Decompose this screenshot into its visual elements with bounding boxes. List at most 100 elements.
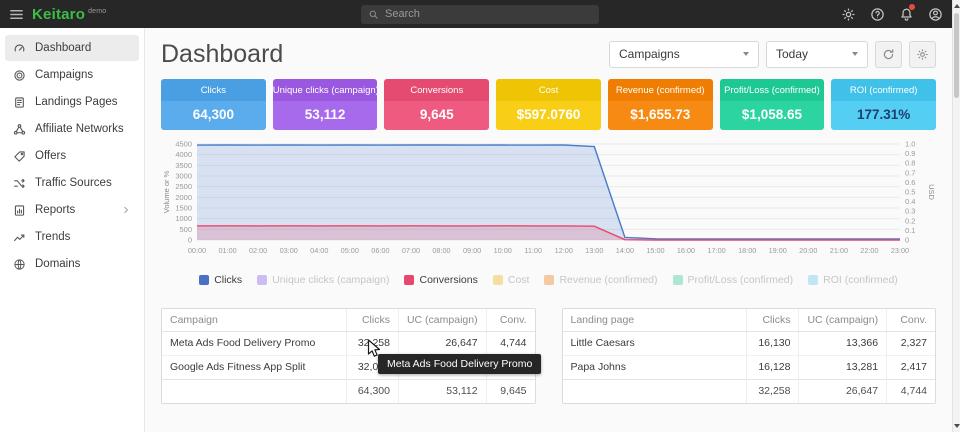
menu-icon[interactable] — [0, 0, 32, 28]
landings-table: Landing pageClicksUC (campaign)Conv.Litt… — [562, 308, 937, 404]
svg-text:22:00: 22:00 — [860, 246, 878, 255]
row-name-cell[interactable]: Meta Ads Food Delivery Promo — [162, 331, 346, 355]
summary-tables: CampaignClicksUC (campaign)Conv.Meta Ads… — [161, 308, 936, 404]
globe-icon — [13, 258, 26, 271]
svg-text:0.5: 0.5 — [905, 188, 915, 197]
metric-card-profit-loss-confirmed[interactable]: Profit/Loss (confirmed)$1,058.65 — [720, 79, 825, 130]
table-row: Papa Johns16,12813,2812,417 — [563, 355, 936, 379]
metric-card-roi-confirmed[interactable]: ROI (confirmed)177.31% — [831, 79, 936, 130]
metric-card-value: $1,058.65 — [720, 101, 825, 130]
svg-text:19:00: 19:00 — [769, 246, 787, 255]
sidebar-item-offers[interactable]: Offers — [5, 143, 139, 169]
app-logo[interactable]: Keitaro demo — [32, 6, 106, 23]
sidebar-item-campaigns[interactable]: Campaigns — [5, 62, 139, 88]
svg-text:05:00: 05:00 — [341, 246, 359, 255]
report-icon — [13, 204, 26, 217]
data-table: Landing pageClicksUC (campaign)Conv.Litt… — [563, 309, 936, 403]
sidebar-item-reports[interactable]: Reports — [5, 197, 139, 223]
metric-card-revenue-confirmed[interactable]: Revenue (confirmed)$1,655.73 — [608, 79, 713, 130]
metric-card-cost[interactable]: Cost$597.0760 — [496, 79, 601, 130]
svg-text:1500: 1500 — [175, 204, 192, 213]
help-icon[interactable] — [866, 3, 888, 25]
svg-text:0.4: 0.4 — [905, 197, 915, 206]
main-content: Dashboard Campaigns Today Clicks64,300Un… — [146, 28, 952, 432]
legend-label: ROI (confirmed) — [823, 274, 898, 286]
chart-svg: 05001000150020002500300035004000450000.1… — [161, 138, 936, 266]
total-cell: 4,744 — [887, 379, 935, 403]
row-name-cell[interactable]: Little Caesars — [563, 331, 747, 355]
dashboard-settings-button[interactable] — [909, 41, 936, 68]
chart-legend: Clicks Unique clicks (campaign) Conversion… — [161, 274, 936, 286]
legend-item-unique-clicks-campaign[interactable]: Unique clicks (campaign) — [257, 274, 389, 286]
svg-text:16:00: 16:00 — [677, 246, 695, 255]
scroll-down-arrow-icon[interactable] — [954, 424, 960, 428]
metric-card-label: ROI (confirmed) — [831, 79, 936, 101]
sidebar-item-label: Reports — [35, 204, 75, 216]
legend-item-clicks[interactable]: Clicks — [199, 274, 242, 286]
total-cell: 26,647 — [799, 379, 887, 403]
column-header-clicks[interactable]: Clicks — [346, 309, 398, 331]
legend-item-revenue-confirmed[interactable]: Revenue (confirmed) — [544, 274, 657, 286]
legend-label: Profit/Loss (confirmed) — [688, 274, 794, 286]
sidebar-item-affiliate-networks[interactable]: Affiliate Networks — [5, 116, 139, 142]
account-icon[interactable] — [924, 3, 946, 25]
legend-item-cost[interactable]: Cost — [493, 274, 530, 286]
table-header-row: Landing pageClicksUC (campaign)Conv. — [563, 309, 936, 331]
legend-swatch — [257, 275, 267, 285]
metric-card-conversions[interactable]: Conversions9,645 — [384, 79, 489, 130]
sidebar-item-label: Domains — [35, 258, 80, 270]
column-header-uc-campaign[interactable]: UC (campaign) — [398, 309, 486, 331]
row-name-cell[interactable]: Papa Johns — [563, 355, 747, 379]
column-header-landing-page[interactable]: Landing page — [563, 309, 747, 331]
date-range-select[interactable]: Today — [766, 41, 868, 68]
search-input[interactable] — [385, 8, 592, 20]
campaigns-filter-select[interactable]: Campaigns — [609, 41, 759, 68]
metric-card-label: Unique clicks (campaign) — [273, 79, 378, 101]
column-header-uc-campaign[interactable]: UC (campaign) — [799, 309, 887, 331]
scroll-thumb[interactable] — [954, 13, 959, 98]
search-bar[interactable] — [361, 5, 599, 24]
svg-text:3000: 3000 — [175, 172, 192, 181]
scrollbar[interactable] — [952, 0, 960, 432]
column-header-conv[interactable]: Conv. — [486, 309, 534, 331]
svg-text:08:00: 08:00 — [432, 246, 450, 255]
svg-text:1.0: 1.0 — [905, 140, 915, 149]
value-cell: 16,130 — [747, 331, 799, 355]
total-cell: 32,258 — [747, 379, 799, 403]
legend-item-profit-loss-confirmed[interactable]: Profit/Loss (confirmed) — [673, 274, 794, 286]
legend-label: Unique clicks (campaign) — [272, 274, 389, 286]
row-name-cell[interactable]: Google Ads Fitness App Split — [162, 355, 346, 379]
legend-item-conversions[interactable]: Conversions — [404, 274, 477, 286]
scroll-up-arrow-icon[interactable] — [954, 4, 960, 8]
svg-text:0.6: 0.6 — [905, 178, 915, 187]
svg-text:11:00: 11:00 — [524, 246, 542, 255]
notifications-icon[interactable] — [895, 3, 917, 25]
metric-card-value: 177.31% — [831, 101, 936, 130]
sidebar-item-label: Dashboard — [35, 42, 91, 54]
total-cell: 64,300 — [346, 379, 398, 403]
date-range-value: Today — [776, 47, 808, 61]
metric-card-clicks[interactable]: Clicks64,300 — [161, 79, 266, 130]
column-header-campaign[interactable]: Campaign — [162, 309, 346, 331]
sidebar-item-dashboard[interactable]: Dashboard — [5, 35, 139, 61]
sidebar-item-traffic-sources[interactable]: Traffic Sources — [5, 170, 139, 196]
legend-item-roi-confirmed[interactable]: ROI (confirmed) — [808, 274, 898, 286]
traffic-chart: 05001000150020002500300035004000450000.1… — [161, 138, 936, 266]
settings-icon[interactable] — [837, 3, 859, 25]
trend-icon — [13, 231, 26, 244]
svg-text:1000: 1000 — [175, 214, 192, 223]
column-header-conv[interactable]: Conv. — [887, 309, 935, 331]
sidebar-item-domains[interactable]: Domains — [5, 251, 139, 277]
target-icon — [13, 69, 26, 82]
search-icon — [368, 9, 379, 20]
refresh-button[interactable] — [875, 41, 902, 68]
sidebar-item-trends[interactable]: Trends — [5, 224, 139, 250]
svg-text:0: 0 — [188, 236, 192, 245]
table-row: Little Caesars16,13013,3662,327 — [563, 331, 936, 355]
svg-text:21:00: 21:00 — [830, 246, 848, 255]
column-header-clicks[interactable]: Clicks — [747, 309, 799, 331]
svg-text:0.2: 0.2 — [905, 216, 915, 225]
sidebar-item-landings-pages[interactable]: Landings Pages — [5, 89, 139, 115]
metric-card-unique-clicks-campaign[interactable]: Unique clicks (campaign)53,112 — [273, 79, 378, 130]
svg-text:4000: 4000 — [175, 150, 192, 159]
